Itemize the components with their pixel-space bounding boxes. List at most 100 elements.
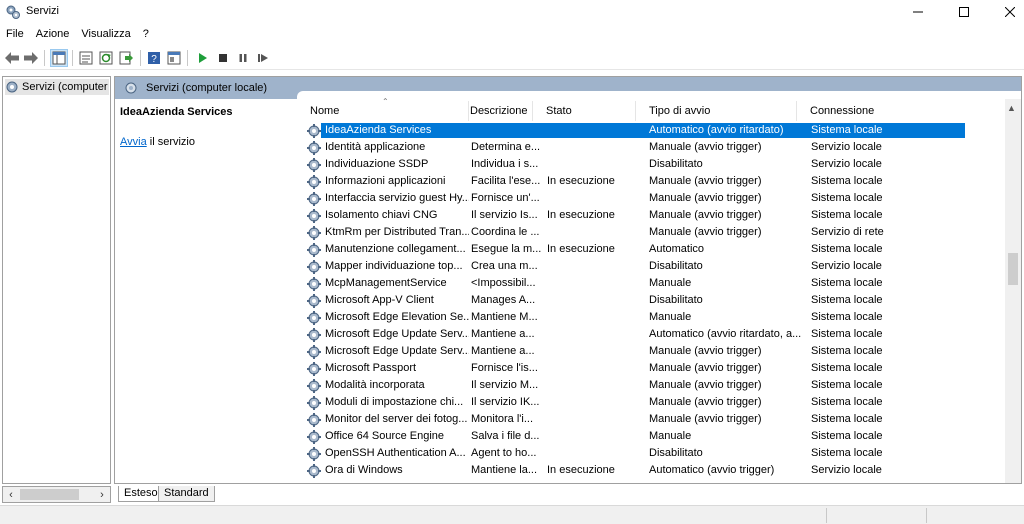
service-logon: Sistema locale [811, 362, 883, 374]
tree-item-services-local[interactable]: Servizi (computer [5, 79, 109, 95]
scroll-left-icon[interactable]: ‹ [4, 488, 18, 502]
scroll-right-icon[interactable]: › [95, 488, 109, 502]
help-icon: ? [148, 52, 160, 65]
column-header-startup-type[interactable]: Tipo di avvio [636, 101, 797, 121]
restart-service-button[interactable] [254, 49, 272, 67]
services-pane: Servizi (computer locale) IdeaAzienda Se… [114, 76, 1022, 484]
service-row[interactable]: Microsoft Edge Update Serv... Mantiene a.… [297, 344, 1007, 361]
column-header-logon[interactable]: Connessione [797, 101, 957, 121]
stop-service-button[interactable] [214, 49, 232, 67]
service-logon: Sistema locale [811, 294, 883, 306]
service-name: Microsoft Edge Update Serv... [325, 328, 469, 340]
help-button[interactable]: ? [145, 49, 163, 67]
service-gear-icon [307, 345, 321, 359]
toolbar: ? [0, 46, 1024, 70]
service-row[interactable]: Individuazione SSDP Individua i s... Disab… [297, 157, 1007, 174]
menu-help[interactable]: ? [137, 26, 155, 44]
service-row[interactable]: Microsoft Passport Fornisce l'is... Manual… [297, 361, 1007, 378]
properties-button[interactable] [77, 49, 95, 67]
start-service-link[interactable]: Avvia [120, 136, 147, 148]
service-description: Facilita l'ese... [471, 175, 541, 187]
maximize-button[interactable] [941, 0, 987, 24]
service-row[interactable]: Manutenzione collegament... Esegue la m..… [297, 242, 1007, 259]
service-row[interactable]: Office 64 Source Engine Salva i file d...… [297, 429, 1007, 446]
column-header-status[interactable]: Stato [533, 101, 636, 121]
menu-file[interactable]: File [0, 26, 30, 44]
service-status: In esecuzione [547, 175, 615, 187]
service-startup-type: Manuale (avvio trigger) [649, 396, 762, 408]
service-gear-icon [307, 396, 321, 410]
minimize-button[interactable] [895, 0, 941, 24]
scrollbar-thumb[interactable] [20, 489, 79, 500]
service-logon: Sistema locale [811, 447, 883, 459]
export-list-button[interactable] [117, 49, 135, 67]
service-logon: Sistema locale [811, 345, 883, 357]
stop-service-icon [219, 54, 227, 62]
service-row[interactable]: Moduli di impostazione chi... Il servizio… [297, 395, 1007, 412]
service-row[interactable]: McpManagementService <Impossibil... Manual… [297, 276, 1007, 293]
service-startup-type: Manuale [649, 430, 692, 442]
service-name: Identità applicazione [325, 141, 426, 153]
tree-horizontal-scrollbar[interactable]: ‹ › [2, 486, 111, 503]
menu-visualizza[interactable]: Visualizza [75, 26, 136, 44]
tab-standard[interactable]: Standard [158, 486, 215, 502]
back-button[interactable] [3, 49, 21, 67]
service-name: Microsoft Passport [325, 362, 417, 374]
service-row[interactable]: Microsoft Edge Elevation Se... Mantiene M… [297, 310, 1007, 327]
show-tree-button[interactable] [50, 49, 68, 67]
service-row[interactable]: Identità applicazione Determina e... Manua… [297, 140, 1007, 157]
service-gear-icon [307, 243, 321, 257]
service-row[interactable]: Microsoft App-V Client Manages A... Disabi… [297, 293, 1007, 310]
service-name: KtmRm per Distributed Tran... [325, 226, 469, 238]
service-startup-type: Disabilitato [649, 158, 703, 170]
service-row[interactable]: Monitor del server dei fotog... Monitora … [297, 412, 1007, 429]
service-startup-type: Disabilitato [649, 447, 703, 459]
service-gear-icon [307, 260, 321, 274]
service-gear-icon [307, 311, 321, 325]
service-startup-type: Disabilitato [649, 260, 703, 272]
column-header-name[interactable]: ⌃ Nome [297, 97, 469, 121]
service-name: Microsoft App-V Client [325, 294, 434, 306]
service-row[interactable]: Modalità incorporata Il servizio M... Manu… [297, 378, 1007, 395]
start-service-button[interactable] [194, 49, 212, 67]
service-startup-type: Manuale (avvio trigger) [649, 362, 762, 374]
services-vertical-scrollbar[interactable]: ▲ [1005, 99, 1021, 483]
service-row[interactable]: Microsoft Edge Update Serv... Mantiene a.… [297, 327, 1007, 344]
service-row[interactable]: Isolamento chiavi CNG Il servizio Is... In… [297, 208, 1007, 225]
service-name: Mapper individuazione top... [325, 260, 463, 272]
service-name: Interfaccia servizio guest Hy... [325, 192, 469, 204]
scrollbar-thumb[interactable] [1008, 253, 1018, 285]
service-name: Individuazione SSDP [325, 158, 429, 170]
tab-esteso[interactable]: Esteso [118, 486, 164, 502]
forward-arrow-icon [24, 52, 38, 64]
pause-service-button[interactable] [234, 49, 252, 67]
column-header-description[interactable]: Descrizione [457, 101, 533, 121]
refresh-button[interactable] [97, 49, 115, 67]
service-row[interactable]: KtmRm per Distributed Tran... Coordina le… [297, 225, 1007, 242]
status-separator [826, 508, 827, 523]
service-row[interactable]: Ora di Windows Mantiene la... In esecuzion… [297, 463, 1007, 480]
service-name: Office 64 Source Engine [325, 430, 445, 442]
service-row[interactable]: IdeaAzienda Services Automatico (avvio ri… [297, 123, 1007, 140]
console-view-button[interactable] [165, 49, 183, 67]
service-logon: Sistema locale [811, 209, 883, 221]
service-description: Agent to ho... [471, 447, 537, 459]
service-logon: Sistema locale [811, 328, 883, 340]
service-row[interactable]: Interfaccia servizio guest Hy... Fornisce… [297, 191, 1007, 208]
menu-azione[interactable]: Azione [30, 26, 76, 44]
service-logon: Sistema locale [811, 124, 883, 136]
service-startup-type: Automatico (avvio trigger) [649, 464, 775, 476]
service-row[interactable]: Mapper individuazione top... Crea una m..… [297, 259, 1007, 276]
service-row[interactable]: OpenSSH Authentication A... Agent to ho..… [297, 446, 1007, 463]
service-name: Microsoft Edge Elevation Se... [325, 311, 469, 323]
service-description: Mantiene M... [471, 311, 538, 323]
scroll-up-icon[interactable]: ▲ [1007, 103, 1016, 113]
service-logon: Servizio locale [811, 260, 882, 272]
sort-ascending-icon: ⌃ [382, 97, 389, 106]
close-button[interactable] [987, 0, 1024, 24]
service-row[interactable]: Informazioni applicazioni Facilita l'ese.… [297, 174, 1007, 191]
column-header-label: Descrizione [470, 105, 528, 117]
forward-button[interactable] [22, 49, 40, 67]
back-arrow-icon [5, 52, 19, 64]
service-startup-type: Disabilitato [649, 294, 703, 306]
